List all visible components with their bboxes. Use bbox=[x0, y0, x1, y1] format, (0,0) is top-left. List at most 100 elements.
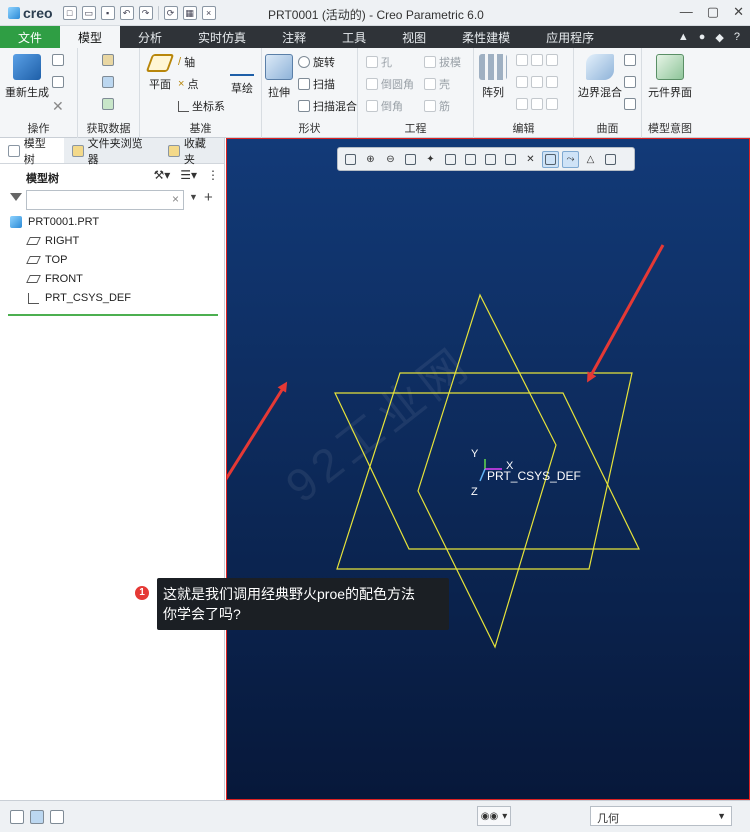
tab-live-simulation[interactable]: 实时仿真 bbox=[180, 26, 264, 48]
tree-node-part[interactable]: PRT0001.PRT bbox=[10, 216, 99, 228]
toggle-navigator-icon[interactable] bbox=[10, 810, 24, 824]
settings-icon[interactable]: ◆ bbox=[715, 31, 723, 44]
revolve-button[interactable]: 旋转 bbox=[298, 54, 335, 70]
undo-icon[interactable]: ↶ bbox=[119, 5, 134, 20]
hole-button[interactable]: 孔 bbox=[366, 54, 392, 70]
draft-button[interactable]: 拔模 bbox=[424, 54, 461, 70]
plane-display-toggle[interactable] bbox=[542, 150, 559, 168]
paste-button[interactable] bbox=[52, 76, 64, 88]
tab-view[interactable]: 视图 bbox=[384, 26, 444, 48]
insert-here-marker[interactable] bbox=[8, 314, 218, 316]
zoom-in-button[interactable]: ⊕ bbox=[362, 151, 379, 168]
full-screen-icon[interactable] bbox=[50, 810, 64, 824]
solidify-button[interactable] bbox=[516, 98, 558, 110]
group-label-shapes[interactable]: 形状 bbox=[262, 120, 357, 136]
view-manager-button[interactable] bbox=[482, 151, 499, 168]
help-icon[interactable]: ● bbox=[699, 31, 706, 43]
delete-button[interactable]: ✕ bbox=[52, 98, 64, 115]
close-window-icon[interactable]: × bbox=[201, 5, 216, 20]
open-file-icon[interactable]: ▭ bbox=[81, 5, 96, 20]
tab-model[interactable]: 模型 bbox=[60, 26, 121, 48]
clear-search-icon[interactable]: × bbox=[172, 192, 179, 206]
pattern-button[interactable]: 阵列 bbox=[478, 54, 508, 100]
boundary-blend-button[interactable]: 边界混合 bbox=[576, 54, 624, 100]
tree-node-csys[interactable]: PRT_CSYS_DEF bbox=[28, 292, 131, 304]
sweep-button[interactable]: 扫描 bbox=[298, 76, 335, 92]
point-button[interactable]: × 点 bbox=[178, 76, 198, 92]
tab-tools[interactable]: 工具 bbox=[324, 26, 384, 48]
tree-node-front[interactable]: FRONT bbox=[26, 273, 83, 285]
search-dropdown-icon[interactable]: ▼ bbox=[189, 192, 198, 202]
tree-settings-icon[interactable]: ⚒▾ bbox=[153, 168, 170, 182]
fill-button[interactable] bbox=[624, 54, 636, 66]
tree-filter-icon[interactable]: ⋮ bbox=[207, 168, 219, 182]
browser-icon[interactable] bbox=[30, 810, 44, 824]
minimize-icon[interactable]: — bbox=[680, 4, 693, 20]
csys-button[interactable]: 坐标系 bbox=[178, 98, 225, 114]
mirror-button[interactable] bbox=[516, 54, 558, 66]
add-filter-icon[interactable]: + bbox=[204, 189, 213, 206]
filter-icon[interactable] bbox=[10, 193, 22, 201]
tab-applications[interactable]: 应用程序 bbox=[528, 26, 612, 48]
display-style-button[interactable] bbox=[442, 151, 459, 168]
tree-columns-icon[interactable]: ☰▾ bbox=[180, 168, 197, 182]
zoom-out-button[interactable]: ⊖ bbox=[382, 151, 399, 168]
merge-button[interactable] bbox=[516, 76, 558, 88]
shell-button[interactable]: 壳 bbox=[424, 76, 450, 92]
tab-flexible-modeling[interactable]: 柔性建模 bbox=[444, 26, 528, 48]
user-defined-feature-button[interactable] bbox=[102, 54, 114, 66]
csys-display-toggle[interactable]: ⤳ bbox=[562, 150, 579, 168]
saved-orientations-button[interactable] bbox=[462, 151, 479, 168]
tab-annotate[interactable]: 注释 bbox=[264, 26, 324, 48]
copy-geometry-button[interactable] bbox=[102, 76, 114, 88]
spin-display-button[interactable] bbox=[602, 151, 619, 168]
sketch-button[interactable]: 草绘 bbox=[226, 54, 258, 96]
tab-file[interactable]: 文件 bbox=[0, 26, 61, 48]
style-button[interactable] bbox=[624, 76, 636, 88]
extrude-button[interactable]: 拉伸 bbox=[264, 54, 294, 100]
tab-folder-browser[interactable]: 文件夹浏览器 bbox=[64, 138, 160, 166]
regenerate-button[interactable]: 重新生成 bbox=[4, 54, 50, 100]
annotation-display-button[interactable]: △ bbox=[582, 151, 599, 168]
close-icon[interactable]: ✕ bbox=[733, 4, 744, 20]
spin-center-button[interactable]: ✦ bbox=[422, 151, 439, 168]
plane-button[interactable]: 平面 bbox=[142, 54, 178, 92]
save-icon[interactable]: ▪ bbox=[100, 5, 115, 20]
tree-node-top[interactable]: TOP bbox=[26, 254, 67, 266]
datum-display-button[interactable]: ✕ bbox=[522, 151, 539, 168]
repaint-button[interactable] bbox=[402, 151, 419, 168]
collapse-ribbon-icon[interactable]: ▲ bbox=[678, 31, 689, 43]
freestyle-button[interactable] bbox=[624, 98, 636, 110]
copy-button[interactable] bbox=[52, 54, 64, 66]
tab-analysis[interactable]: 分析 bbox=[120, 26, 180, 48]
swept-blend-button[interactable]: 扫描混合 bbox=[298, 98, 357, 114]
refit-button[interactable] bbox=[342, 151, 359, 168]
chamfer-button[interactable]: 倒角 bbox=[366, 98, 403, 114]
graphics-window[interactable]: 92工业网 Y X Z PRT_CSYS_DEF ⊕ ⊖ ✦ ✕ ⤳ △ bbox=[226, 138, 750, 800]
spin-display-icon bbox=[605, 153, 616, 165]
axis-button[interactable]: / 轴 bbox=[178, 54, 195, 70]
new-file-icon[interactable]: □ bbox=[62, 5, 77, 20]
tree-node-right[interactable]: RIGHT bbox=[26, 235, 79, 247]
tab-model-tree[interactable]: 模型树 bbox=[0, 138, 64, 166]
search-help-icon[interactable]: ? bbox=[734, 31, 740, 43]
regenerate-quick-icon[interactable]: ⟳ bbox=[163, 5, 178, 20]
tab-favorites[interactable]: 收藏夹 bbox=[160, 138, 224, 166]
windows-icon[interactable]: ▦ bbox=[182, 5, 197, 20]
round-button[interactable]: 倒圆角 bbox=[366, 76, 414, 92]
find-button[interactable]: ◉◉ ▾ bbox=[477, 806, 511, 826]
redo-icon[interactable]: ↷ bbox=[138, 5, 153, 20]
model-scene[interactable]: Y X Z PRT_CSYS_DEF bbox=[227, 139, 749, 799]
group-label-engineering[interactable]: 工程 bbox=[358, 120, 473, 136]
zoom-in-icon: ⊕ bbox=[366, 153, 375, 165]
shrinkwrap-button[interactable] bbox=[102, 98, 114, 110]
group-label-model-intent[interactable]: 模型意图 bbox=[642, 120, 698, 136]
rib-button[interactable]: 筋 bbox=[424, 98, 450, 114]
selection-filter[interactable]: 几何 ▼ bbox=[590, 806, 732, 826]
group-label-surfaces[interactable]: 曲面 bbox=[574, 120, 641, 136]
group-label-editing[interactable]: 编辑 bbox=[474, 120, 573, 136]
component-interface-button[interactable]: 元件界面 bbox=[644, 54, 696, 100]
perspective-button[interactable] bbox=[502, 151, 519, 168]
maximize-icon[interactable]: ▢ bbox=[707, 4, 719, 20]
tree-search-input[interactable] bbox=[26, 190, 184, 210]
